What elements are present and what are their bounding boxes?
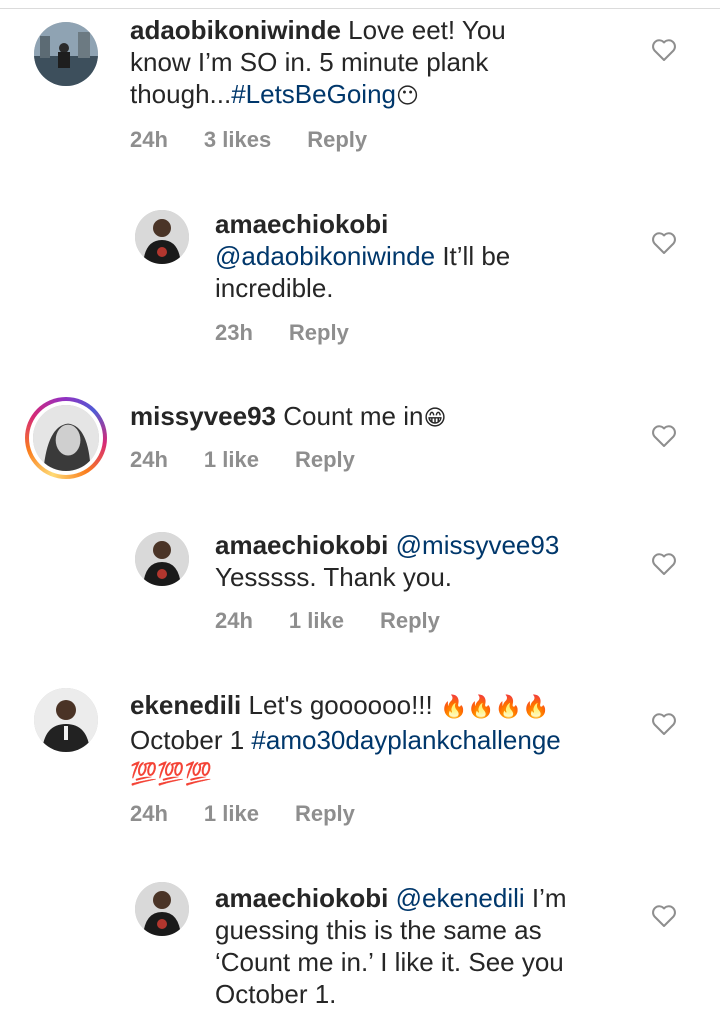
- hashtag-link[interactable]: #LetsBeGoing: [231, 79, 396, 109]
- top-divider: [0, 0, 720, 9]
- comment-body: ‘Count me in.’ I like it. See you: [215, 947, 564, 977]
- fire-emojis: 🔥🔥🔥🔥: [439, 695, 550, 720]
- comment-body: Love eet! You: [348, 15, 506, 45]
- comment-time: 24h: [130, 447, 168, 472]
- comment-text: amaechiokobi @ekenedili I’m guessing thi…: [215, 882, 635, 1010]
- comment-body: though...: [130, 79, 232, 109]
- likes-count[interactable]: 1 like: [289, 608, 344, 633]
- hundred-emojis: 💯💯💯: [130, 762, 213, 787]
- comment-body: Count me in: [283, 401, 424, 431]
- comment-username[interactable]: adaobikoniwinde: [130, 15, 341, 45]
- avatar-photo: [34, 688, 98, 752]
- likes-count[interactable]: 1 like: [204, 801, 259, 826]
- avatar-missyvee93[interactable]: [25, 397, 107, 479]
- mention-link[interactable]: @missyvee93: [396, 530, 560, 560]
- avatar-photo: [135, 532, 189, 586]
- comment-text: amaechiokobi @missyvee93 Yesssss. Thank …: [215, 529, 635, 593]
- comment-text: ekenedili Let's goooooo!!! 🔥🔥🔥🔥 October …: [130, 689, 650, 791]
- comment-meta: 24h 1 like Reply: [130, 447, 391, 473]
- emoji: 😶: [396, 84, 419, 109]
- comment-text: missyvee93 Count me in😁: [130, 400, 630, 435]
- emoji: 😁: [423, 406, 447, 431]
- reply-button[interactable]: Reply: [289, 320, 349, 345]
- comment-body: know I’m SO in. 5 minute plank: [130, 47, 489, 77]
- mention-link[interactable]: @adaobikoniwinde: [215, 241, 435, 271]
- comment-time: 23h: [215, 320, 253, 345]
- avatar-photo: [34, 22, 98, 86]
- hashtag-link[interactable]: #amo30dayplankchallenge: [251, 725, 560, 755]
- avatar-amaechiokobi[interactable]: [135, 882, 189, 936]
- comment-body: It’ll be: [435, 241, 511, 271]
- comment-meta: 24h 1 like Reply: [130, 801, 391, 827]
- likes-count[interactable]: 1 like: [204, 447, 259, 472]
- heart-outline-icon[interactable]: [651, 424, 677, 448]
- comment-body: Let's goooooo!!!: [248, 690, 433, 720]
- story-ring-gap: [29, 401, 103, 475]
- avatar-amaechiokobi[interactable]: [135, 210, 189, 264]
- heart-outline-icon[interactable]: [651, 38, 677, 62]
- reply-button[interactable]: Reply: [295, 447, 355, 472]
- comment-text: amaechiokobi @adaobikoniwinde It’ll be i…: [215, 208, 635, 304]
- avatar-photo: [135, 210, 189, 264]
- comment-body: Yesssss. Thank you.: [215, 562, 453, 592]
- comment-username[interactable]: ekenedili: [130, 690, 241, 720]
- reply-button[interactable]: Reply: [295, 801, 355, 826]
- comment-body: October 1: [130, 725, 252, 755]
- heart-outline-icon[interactable]: [651, 231, 677, 255]
- mention-link[interactable]: @ekenedili: [396, 883, 525, 913]
- comment-body: incredible.: [215, 273, 334, 303]
- comment-meta: 24h 3 likes Reply: [130, 127, 403, 153]
- comment-text: adaobikoniwinde Love eet! You know I’m S…: [130, 14, 630, 113]
- likes-count[interactable]: 3 likes: [204, 127, 271, 152]
- comment-username[interactable]: missyvee93: [130, 401, 276, 431]
- comment-meta: 24h 1 like Reply: [215, 608, 476, 634]
- avatar-ekenedili[interactable]: [34, 688, 98, 752]
- comment-body: guessing this is the same as: [215, 915, 542, 945]
- comment-username[interactable]: amaechiokobi: [215, 209, 388, 239]
- comment-body: October 1.: [215, 979, 337, 1009]
- avatar-photo: [135, 882, 189, 936]
- heart-outline-icon[interactable]: [651, 712, 677, 736]
- heart-outline-icon[interactable]: [651, 904, 677, 928]
- avatar-adaobikoniwinde[interactable]: [34, 22, 98, 86]
- comment-username[interactable]: amaechiokobi: [215, 883, 388, 913]
- avatar-amaechiokobi[interactable]: [135, 532, 189, 586]
- reply-button[interactable]: Reply: [380, 608, 440, 633]
- reply-button[interactable]: Reply: [307, 127, 367, 152]
- comment-body: I’m: [524, 883, 567, 913]
- comment-time: 24h: [130, 801, 168, 826]
- heart-outline-icon[interactable]: [651, 552, 677, 576]
- comment-username[interactable]: amaechiokobi: [215, 530, 388, 560]
- comment-meta: 23h Reply: [215, 320, 385, 346]
- comment-time: 24h: [130, 127, 168, 152]
- comment-time: 24h: [215, 608, 253, 633]
- avatar-photo: [33, 405, 99, 471]
